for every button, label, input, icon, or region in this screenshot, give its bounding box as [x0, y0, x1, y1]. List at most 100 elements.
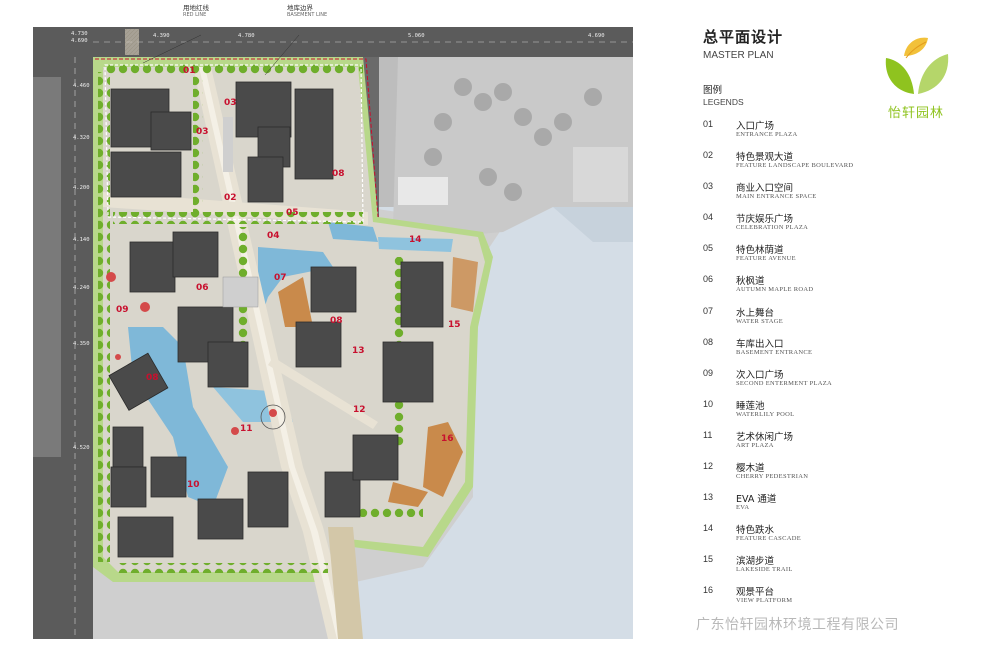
logo-text: 怡轩园林 [876, 102, 956, 121]
red-line-label-en: RED LINE [184, 27, 205, 28]
title-cn: 总平面设计 [703, 26, 883, 47]
legend-number: 09 [703, 368, 713, 378]
legend-number: 16 [703, 585, 713, 595]
legend-name-en: FEATURE CASCADE [736, 535, 801, 542]
plan-annotation-basement: 地库边界 BASEMENT LINE [287, 2, 327, 18]
legend-name-en: FEATURE AVENUE [736, 255, 796, 262]
legend-item: 05 特色林荫道FEATURE AVENUE [703, 242, 943, 273]
plan-marker-03: 03 [224, 98, 237, 108]
title-en: MASTER PLAN [703, 50, 883, 61]
plan-marker-02: 02 [224, 193, 237, 203]
legend-name-en: EVA [736, 504, 749, 511]
legend-name-en: WATERLILY POOL [736, 411, 794, 418]
legend-name-cn: 车库出入口 [736, 336, 784, 350]
title-block: 总平面设计 MASTER PLAN [703, 26, 883, 61]
legend-number: 04 [703, 212, 713, 222]
plan-marker-14: 14 [409, 235, 422, 245]
legend-name-cn: EVA 通道 [736, 491, 776, 505]
plan-marker-15: 15 [448, 320, 461, 330]
coordinate-label: 4.780 [238, 33, 255, 39]
coordinate-label: 4.390 [153, 33, 170, 39]
legend-name-cn: 入口广场 [736, 118, 774, 132]
coordinate-label: 4.140 [73, 237, 90, 243]
legend-number: 06 [703, 274, 713, 284]
legend-name-en: SECOND ENTERMENT PLAZA [736, 380, 832, 387]
legend-item: 09 次入口广场SECOND ENTERMENT PLAZA [703, 367, 943, 398]
legend-item: 04 节庆娱乐广场CELEBRATION PLAZA [703, 211, 943, 242]
legend-name-en: LAKESIDE TRAIL [736, 566, 793, 573]
legend-number: 01 [703, 119, 713, 129]
legend-number: 10 [703, 399, 713, 409]
legend-name-en: CELEBRATION PLAZA [736, 224, 808, 231]
plan-marker-11: 11 [240, 424, 253, 434]
company-name: 广东怡轩园林环境工程有限公司 [696, 614, 899, 634]
coordinate-label: 4.520 [73, 445, 90, 451]
legend-name-en: ART PLAZA [736, 442, 774, 449]
legend-number: 11 [703, 430, 712, 440]
legend-item: 03商业入口空间MAIN ENTRANCE SPACE [703, 180, 943, 211]
coordinate-label: 4.200 [73, 185, 90, 191]
coordinate-label: 4.460 [73, 83, 90, 89]
plan-marker-03: 03 [196, 127, 209, 137]
plan-marker-13: 13 [352, 346, 365, 356]
legend-name-cn: 秋枫道 [736, 273, 765, 287]
legend-name-en: AUTUMN MAPLE ROAD [736, 286, 813, 293]
legend-name-cn: 艺术休闲广场 [736, 429, 793, 443]
plan-marker-08: 08 [332, 169, 345, 179]
plan-marker-06: 06 [196, 283, 209, 293]
legend-item: 16 观景平台VIEW PLATFORM [703, 584, 943, 615]
legend-name-cn: 特色景观大道 [736, 149, 793, 163]
legend-number: 13 [703, 492, 713, 502]
coordinate-label: 4.690 [588, 33, 605, 39]
plan-marker-07: 07 [274, 273, 287, 283]
legend-name-en: MAIN ENTRANCE SPACE [736, 193, 817, 200]
plan-marker-12: 12 [353, 405, 366, 415]
coordinate-label: 4.690 [71, 38, 88, 44]
legend-name-cn: 观景平台 [736, 584, 774, 598]
master-plan-drawing: 用地红线 RED LINE 01030302050408070609081308… [33, 27, 633, 639]
legend-number: 05 [703, 243, 713, 253]
legend-name-cn: 水上舞台 [736, 305, 774, 319]
legend-item: 11 艺术休闲广场ART PLAZA [703, 429, 943, 460]
coordinate-label: 4.240 [73, 285, 90, 291]
plan-marker-09: 09 [116, 305, 129, 315]
plan-annotation-redline: 用地红线 RED LINE [183, 2, 209, 18]
legend-item: 02特色景观大道FEATURE LANDSCAPE BOULEVARD [703, 149, 943, 180]
plan-marker-10: 10 [187, 480, 200, 490]
legend-name-cn: 特色跌水 [736, 522, 774, 536]
legend-name-en: VIEW PLATFORM [736, 597, 792, 604]
plan-marker-01: 01 [183, 66, 196, 76]
legend-number: 12 [703, 461, 713, 471]
legend-item: 07水上舞台WATER STAGE [703, 305, 943, 336]
legend-name-cn: 节庆娱乐广场 [736, 211, 793, 225]
legend-item: 08车库出入口BASEMENT ENTRANCE [703, 336, 943, 367]
legend-item: 14 特色跌水FEATURE CASCADE [703, 522, 943, 553]
leaf-logo-icon [876, 28, 956, 100]
legend-list: 01 入口广场ENTRANCE PLAZA 02特色景观大道FEATURE LAN… [703, 118, 943, 616]
plan-marker-16: 16 [441, 434, 454, 444]
legend-item: 06 秋枫道AUTUMN MAPLE ROAD [703, 273, 943, 304]
legend-name-en: ENTRANCE PLAZA [736, 131, 797, 138]
legend-heading-cn: 图例 [703, 82, 744, 96]
legend-name-cn: 特色林荫道 [736, 242, 784, 256]
legend-item: 12樱木道CHERRY PEDESTRIAN [703, 460, 943, 491]
legend-heading-en: LEGENDS [703, 97, 744, 107]
legend-item: 15滨湖步道LAKESIDE TRAIL [703, 553, 943, 584]
company-logo: 怡轩园林 [876, 28, 956, 123]
legend-name-cn: 樱木道 [736, 460, 765, 474]
plan-marker-05: 05 [286, 208, 299, 218]
legend-name-en: BASEMENT ENTRANCE [736, 349, 812, 356]
north-road [33, 27, 633, 57]
coordinate-label: 4.730 [71, 31, 88, 37]
legend-name-en: WATER STAGE [736, 318, 783, 325]
red-line-cn: 用地红线 [183, 2, 209, 12]
plan-marker-08: 08 [146, 373, 159, 383]
legend-name-cn: 次入口广场 [736, 367, 784, 381]
basement-line-cn: 地库边界 [287, 2, 327, 12]
legend-number: 03 [703, 181, 713, 191]
plan-marker-08: 08 [330, 316, 343, 326]
red-line-en: RED LINE [183, 12, 209, 18]
tree-canopy [98, 72, 110, 562]
legend-number: 14 [703, 523, 713, 533]
legend-heading: 图例 LEGENDS [703, 82, 744, 107]
